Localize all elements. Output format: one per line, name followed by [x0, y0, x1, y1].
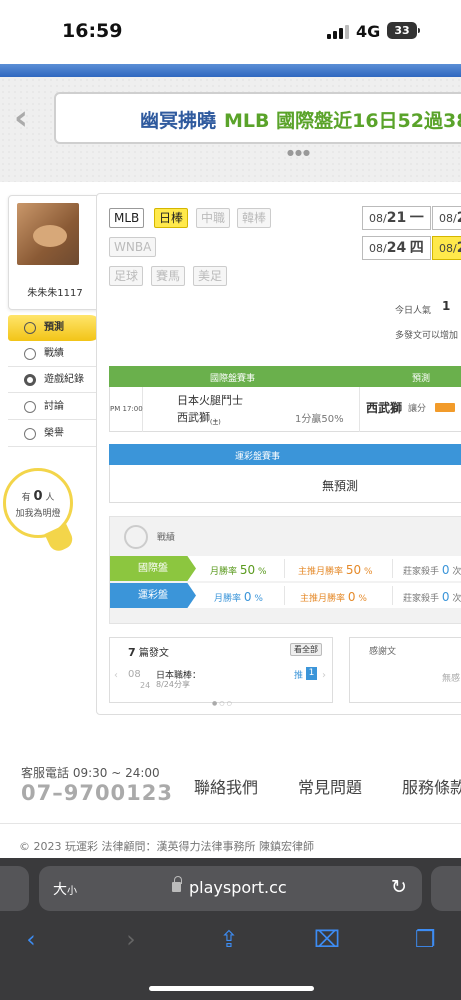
chevron-left-icon[interactable]: ‹: [114, 670, 118, 681]
popularity-label: 今日人氣: [395, 306, 432, 316]
pick-badge-icon: [435, 403, 455, 412]
thanks-empty: 無感: [442, 674, 461, 684]
pick-team: 西武獅: [366, 401, 403, 415]
post-month: 08: [128, 669, 141, 680]
sidebar-item-label: 戰績: [44, 348, 64, 359]
sidebar-item-game-log[interactable]: 遊戲紀錄: [8, 367, 98, 393]
date-0824[interactable]: 08/24 四: [362, 236, 431, 260]
reload-icon[interactable]: ↻: [391, 876, 407, 898]
chat-icon: [24, 348, 36, 360]
chevron-right-icon[interactable]: ›: [322, 670, 326, 681]
league-tag-soccer[interactable]: 足球: [109, 266, 144, 286]
site-header-bar: [0, 64, 461, 77]
main-panel: MLB 日棒 中職 韓棒 WNBA 足球 賽馬 美足 08/21 一 08/2 …: [96, 193, 461, 715]
sidebar-item-honor[interactable]: 榮譽: [8, 421, 98, 447]
view-all-button[interactable]: 看全部: [290, 643, 322, 656]
date-0821[interactable]: 08/21 一: [362, 206, 431, 230]
league-tag-kbo[interactable]: 韓棒: [237, 208, 272, 228]
avatar[interactable]: [17, 203, 79, 265]
lottery-empty-row: 無預測: [109, 465, 461, 503]
thanks-title: 感謝文: [369, 647, 397, 657]
circle-icon: [24, 374, 36, 386]
contact-us-link[interactable]: 聯絡我們: [194, 774, 258, 798]
next-tab[interactable]: [431, 866, 461, 911]
team-away: 西武獅(主): [177, 411, 221, 427]
table-row[interactable]: PM 17:00 日本火腿鬥士 西武獅(主) 1分贏50% 西武獅 讓分: [109, 387, 461, 432]
post-date: 8/24分享: [156, 680, 190, 689]
banner-marquee[interactable]: 幽冥拂曉 MLB 國際盤近16日52過38: [54, 92, 461, 144]
game-time: PM 17:00: [110, 405, 143, 413]
date-082x-selected[interactable]: 08/2: [432, 236, 461, 260]
handicap-line: 1分贏50%: [295, 414, 344, 425]
league-tag-cpbl[interactable]: 中職: [196, 208, 231, 228]
sidebar-item-label: 榮譽: [44, 428, 64, 439]
record-row-lottery[interactable]: 運彩盤 月勝率 0 % 主推月勝率 0 % 莊家殺手 0 次: [110, 583, 461, 608]
network-type: 4G: [356, 22, 381, 41]
league-tag-npb[interactable]: 日棒: [154, 208, 189, 228]
sidebar-item-record[interactable]: 戰績: [8, 341, 98, 367]
target-icon: [24, 322, 36, 334]
banner-user: 幽冥拂曉: [140, 110, 217, 132]
forward-icon[interactable]: ›: [117, 926, 145, 954]
bookmarks-icon[interactable]: ⌧: [313, 926, 341, 954]
push-label: 推: [294, 671, 304, 681]
record-row-intl[interactable]: 國際盤 月勝率 50 % 主推月勝率 50 % 莊家殺手 0 次: [110, 556, 461, 581]
previous-tab[interactable]: [0, 866, 29, 911]
pick-type: 讓分: [408, 404, 427, 414]
banner-pager[interactable]: ●●●: [287, 148, 311, 157]
league-tag-mlb[interactable]: MLB: [109, 208, 145, 228]
support-hours: 客服電話 09:30 ~ 24:00: [21, 766, 160, 780]
sidebar-item-label: 討論: [44, 401, 64, 412]
fan-count: 0: [33, 489, 43, 504]
support-phone[interactable]: 07–9700123: [21, 781, 173, 805]
league-tag-horse[interactable]: 賽馬: [151, 266, 186, 286]
post-day: 24: [140, 681, 151, 690]
fan-cta: 加我為明燈: [15, 509, 61, 519]
record-title: 戰績: [157, 533, 176, 543]
status-bar: 16:59 4G 33: [0, 0, 461, 62]
signal-icon: [327, 25, 351, 39]
posts-box: 7 篇發文 看全部 ‹ 08 24 日本職棒： 8/24分享 推 1 ›: [109, 637, 333, 703]
lottery-table-header: 運彩盤賽事: [109, 444, 461, 465]
clock: 16:59: [62, 20, 123, 42]
text-size-button[interactable]: 大小: [53, 879, 77, 899]
league-tag-wnba[interactable]: WNBA: [109, 237, 157, 257]
medal-icon: [24, 428, 36, 440]
banner-record: MLB 國際盤近16日52過38: [224, 110, 461, 132]
url-text[interactable]: playsport.cc: [189, 878, 287, 897]
back-arrow-icon[interactable]: ‹: [14, 100, 42, 136]
intl-table-header: 國際盤賽事 預測: [109, 366, 461, 387]
tabs-icon[interactable]: ❐: [411, 926, 439, 954]
sidebar-item-discuss[interactable]: 討論: [8, 394, 98, 420]
faq-link[interactable]: 常見問題: [298, 774, 362, 798]
home-indicator: [149, 986, 314, 991]
team-home: 日本火腿鬥士: [177, 394, 243, 407]
sidebar-item-label: 預測: [44, 322, 64, 333]
username: 朱朱朱1117: [27, 288, 83, 299]
magnifier-icon: [24, 401, 36, 413]
share-icon[interactable]: ⇪: [215, 926, 243, 954]
posts-pager[interactable]: ●○○: [212, 700, 234, 707]
league-tag-nfl[interactable]: 美足: [193, 266, 228, 286]
thanks-box: 感謝文 無感: [349, 637, 461, 703]
sidebar-item-label: 遊戲紀錄: [44, 374, 84, 385]
sidebar-item-predict[interactable]: 預測: [8, 315, 102, 341]
battery-icon: 33: [387, 22, 417, 39]
push-count: 1: [306, 667, 317, 680]
copyright: © 2023 玩運彩 法律顧問：漢英得力法律事務所 陳鎮宏律師: [19, 840, 314, 853]
address-bar[interactable]: 大小 playsport.cc ↻: [39, 866, 422, 911]
date-082x[interactable]: 08/2: [432, 206, 461, 230]
popularity-value: 1: [442, 299, 451, 313]
profile-card: 朱朱朱1117: [8, 195, 100, 310]
terms-link[interactable]: 服務條款: [402, 774, 461, 798]
lock-icon: [172, 876, 182, 892]
record-section: 戰績 國際盤 月勝率 50 % 主推月勝率 50 % 莊家殺手 0 次 運彩盤 …: [109, 516, 461, 624]
back-icon[interactable]: ‹: [17, 926, 45, 954]
target-icon: [124, 525, 148, 549]
popularity-note: 多發文可以增加: [395, 331, 459, 341]
posts-count: 7 篇發文: [128, 646, 169, 659]
